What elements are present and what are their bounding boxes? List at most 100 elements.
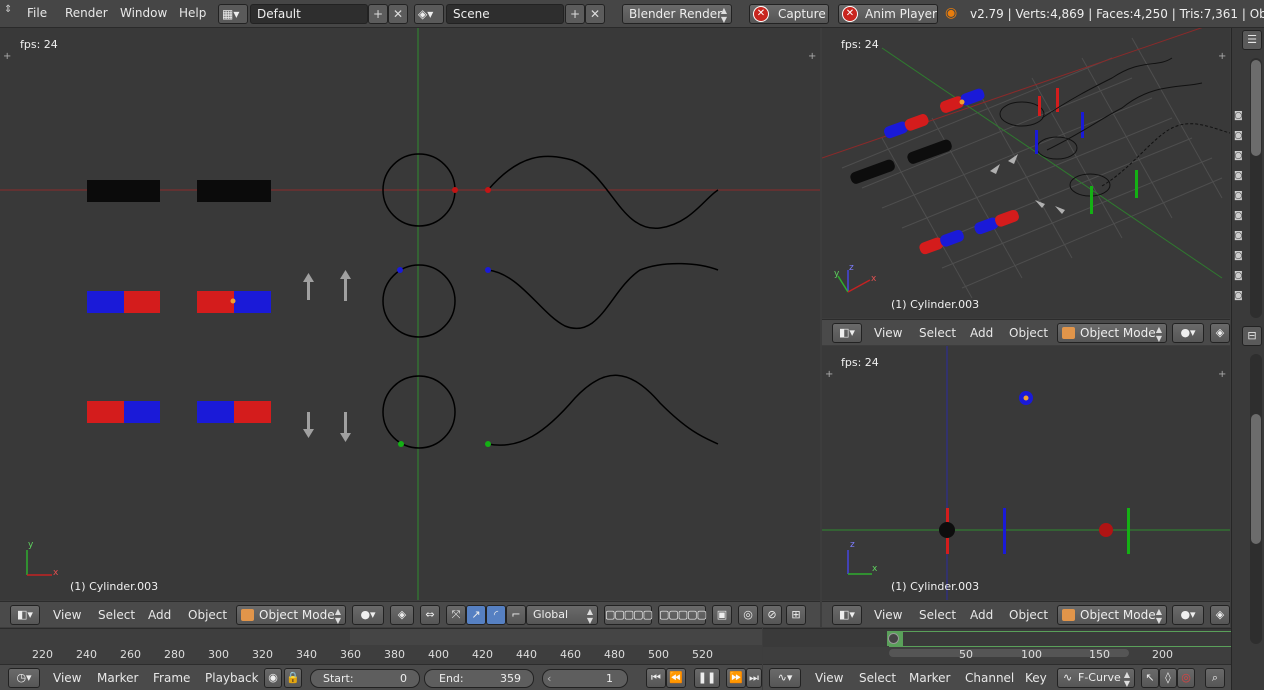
capture-button[interactable]: ✕ Capture xyxy=(749,4,829,24)
target-icon[interactable]: ◎ xyxy=(1177,668,1195,688)
frame-line xyxy=(889,646,1231,647)
timeline-ruler[interactable]: 220 240 260 280 300 320 340 360 380 400 … xyxy=(0,628,762,661)
menu-window[interactable]: Window xyxy=(120,6,167,20)
menu-add[interactable]: Add xyxy=(148,608,171,622)
menu-marker[interactable]: Marker xyxy=(97,671,138,685)
fps-label: fps: 24 xyxy=(20,38,58,51)
menu-add[interactable]: Add xyxy=(970,608,993,622)
region-toggle-icon[interactable]: + xyxy=(3,52,13,62)
editor-type-icon[interactable]: ◧▾ xyxy=(10,605,40,625)
proportional-edit-icon[interactable]: ◎ xyxy=(738,605,758,625)
menu-object[interactable]: Object xyxy=(188,608,227,622)
shading-icon[interactable]: ●▾ xyxy=(1172,323,1204,343)
menu-view[interactable]: View xyxy=(874,608,902,622)
anim-player-button[interactable]: ✕ Anim Player xyxy=(838,4,938,24)
channel-toggle-icon[interactable] xyxy=(888,633,899,644)
main-viewport[interactable]: fps: 24 (1) Cylinder.003 y x + + xyxy=(0,28,820,600)
scrollbar-thumb[interactable] xyxy=(1251,414,1261,544)
start-frame-field[interactable]: Start: 0 xyxy=(310,669,420,688)
menu-select[interactable]: Select xyxy=(919,608,956,622)
jump-start-icon[interactable]: ⏮ xyxy=(646,668,666,688)
ghost-icon[interactable]: ◊ xyxy=(1159,668,1177,688)
mode-select[interactable]: Object Mode ▲ ▼ xyxy=(236,605,346,625)
circle-path-3 xyxy=(382,375,456,449)
menu-marker[interactable]: Marker xyxy=(909,671,950,685)
remove-scene-icon[interactable]: ✕ xyxy=(585,4,605,24)
editor-type-icon[interactable]: ◧▾ xyxy=(832,605,862,625)
menu-channel[interactable]: Channel xyxy=(965,671,1014,685)
clock-icon[interactable]: ◷▾ xyxy=(8,668,40,688)
scale-icon[interactable]: ◜ xyxy=(486,605,506,625)
menu-view[interactable]: View xyxy=(815,671,843,685)
screen-layout-icon[interactable]: ▦▾ xyxy=(218,4,248,24)
mode-select[interactable]: Object Mode ▲ ▼ xyxy=(1057,323,1167,343)
pivot-icon[interactable]: ◈ xyxy=(1210,605,1230,625)
next-key-icon[interactable]: ⏩ xyxy=(726,668,746,688)
shading-icon[interactable]: ●▾ xyxy=(1172,605,1204,625)
menu-file[interactable]: File xyxy=(27,6,47,20)
menu-key[interactable]: Key xyxy=(1025,671,1047,685)
graph-editor-ruler[interactable]: 1 50 100 150 200 xyxy=(763,628,1231,661)
blender-logo-icon: ◉ xyxy=(945,5,958,21)
add-scene-icon[interactable]: + xyxy=(565,4,585,24)
front-viewport[interactable]: fps: 24 (1) Cylinder.003 z x + + xyxy=(822,346,1230,600)
pivot-icon[interactable]: ◈ xyxy=(390,605,414,625)
prev-key-icon[interactable]: ⏪ xyxy=(666,668,686,688)
end-frame-field[interactable]: End: 359 xyxy=(424,669,534,688)
graph-editor-icon[interactable]: ∿▾ xyxy=(769,668,801,688)
menu-select[interactable]: Select xyxy=(98,608,135,622)
shading-icon[interactable]: ●▾ xyxy=(352,605,384,625)
menu-render[interactable]: Render xyxy=(65,6,108,20)
manipulator-toggle-icon[interactable]: ⇔ xyxy=(420,605,440,625)
menu-frame[interactable]: Frame xyxy=(153,671,190,685)
menu-add[interactable]: Add xyxy=(970,326,993,340)
add-layout-icon[interactable]: + xyxy=(368,4,388,24)
properties-icon[interactable]: ⊟ xyxy=(1242,326,1262,346)
lock-icon[interactable]: 🔒 xyxy=(284,668,302,688)
layers-1-icon[interactable]: ▢▢▢▢▢ xyxy=(604,605,653,625)
scene-icon[interactable]: ◈▾ xyxy=(414,4,444,24)
jump-end-icon[interactable]: ⏭ xyxy=(746,668,762,688)
editor-type-icon[interactable]: ◧▾ xyxy=(832,323,862,343)
translate-icon[interactable]: ⤧ xyxy=(446,605,466,625)
pivot-icon[interactable]: ◈ xyxy=(1210,323,1230,343)
search-icon[interactable]: ⌕ xyxy=(1205,668,1225,688)
remove-layout-icon[interactable]: ✕ xyxy=(388,4,408,24)
menu-select[interactable]: Select xyxy=(859,671,896,685)
cursor-icon[interactable]: ↖ xyxy=(1141,668,1159,688)
region-toggle-icon[interactable]: + xyxy=(1218,52,1228,62)
menu-help[interactable]: Help xyxy=(179,6,206,20)
snap-icon[interactable]: ⊘ xyxy=(762,605,782,625)
menu-view[interactable]: View xyxy=(53,608,81,622)
scene-field[interactable]: Scene xyxy=(446,4,564,24)
region-toggle-icon[interactable]: + xyxy=(1218,370,1228,380)
current-frame-field[interactable]: ‹ 1 xyxy=(542,669,628,688)
menu-view[interactable]: View xyxy=(53,671,81,685)
outliner-scrollbar[interactable] xyxy=(1250,58,1262,318)
menu-object[interactable]: Object xyxy=(1009,326,1048,340)
orientation-select[interactable]: Global ▲ ▼ xyxy=(526,605,598,625)
pause-icon[interactable]: ❚❚ xyxy=(694,668,720,688)
transform-icon[interactable]: ⌐ xyxy=(506,605,526,625)
render-engine-select[interactable]: Blender Render ▲ ▼ xyxy=(622,4,732,24)
lock-camera-icon[interactable]: ▣ xyxy=(712,605,732,625)
region-toggle-icon[interactable]: + xyxy=(825,370,835,380)
menu-playback[interactable]: Playback xyxy=(205,671,259,685)
region-toggle-icon[interactable]: + xyxy=(808,52,818,62)
scrollbar-thumb[interactable] xyxy=(1251,60,1261,156)
layers-2-icon[interactable]: ▢▢▢▢▢ xyxy=(658,605,707,625)
record-icon[interactable]: ◉ xyxy=(264,668,282,688)
perspective-viewport[interactable]: fps: 24 (1) Cylinder.003 z y x + xyxy=(822,28,1230,318)
editor-type-icon[interactable]: ⇕ xyxy=(4,4,12,15)
screen-layout-field[interactable]: Default xyxy=(250,4,368,24)
menu-view[interactable]: View xyxy=(874,326,902,340)
rotate-icon[interactable]: ↗ xyxy=(466,605,486,625)
properties-scrollbar[interactable] xyxy=(1250,354,1262,644)
snap-element-icon[interactable]: ⊞ xyxy=(786,605,806,625)
camera-icons[interactable]: ◙ ◙ ◙ ◙ ◙ ◙ ◙ ◙ ◙ ◙ xyxy=(1234,106,1243,306)
menu-select[interactable]: Select xyxy=(919,326,956,340)
mode-select[interactable]: Object Mode ▲ ▼ xyxy=(1057,605,1167,625)
graph-mode-select[interactable]: ∿ F-Curve ▲ ▼ xyxy=(1057,668,1135,688)
outliner-icon[interactable]: ☰ xyxy=(1242,30,1262,50)
menu-object[interactable]: Object xyxy=(1009,608,1048,622)
